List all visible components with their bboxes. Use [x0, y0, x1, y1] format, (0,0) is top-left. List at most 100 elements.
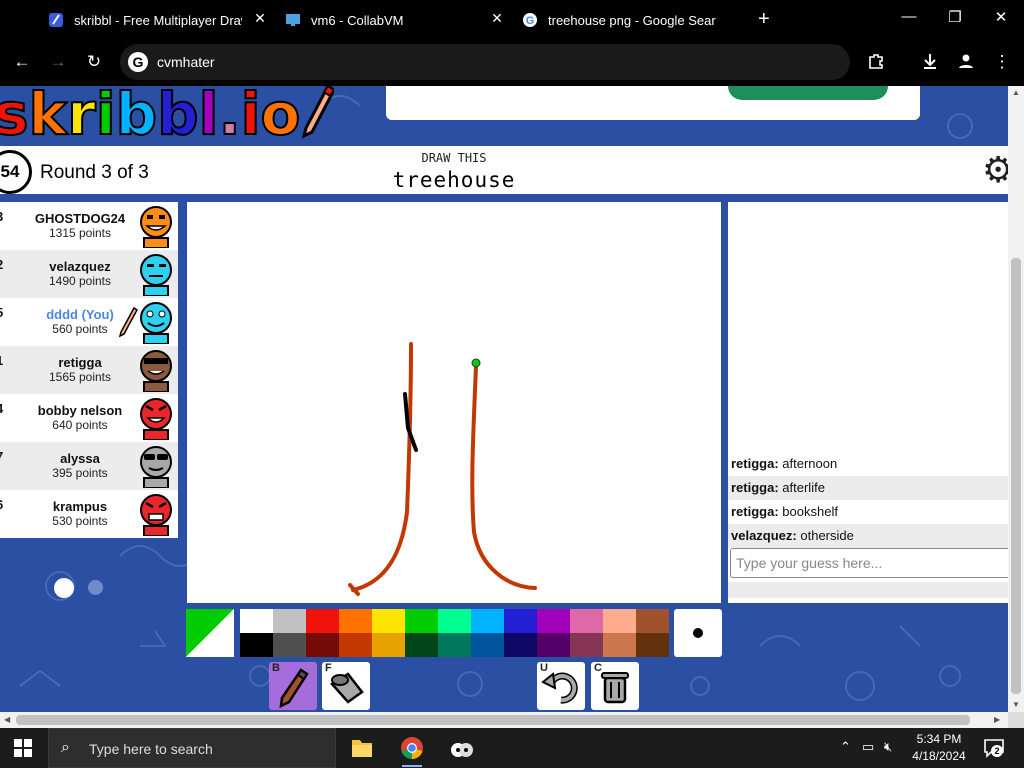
player-rank: 1	[0, 353, 3, 368]
color-swatch[interactable]	[405, 609, 438, 633]
current-color-preview[interactable]	[186, 609, 234, 657]
color-swatch[interactable]	[504, 609, 537, 633]
player-row[interactable]: 3 GHOSTDOG24 1315 points	[0, 202, 178, 250]
color-swatch[interactable]	[471, 609, 504, 633]
close-window-icon[interactable]: ✕	[986, 8, 1016, 26]
color-swatch[interactable]	[570, 609, 603, 633]
network-icon[interactable]: ▭	[862, 739, 874, 755]
player-row-current-user[interactable]: 5 dddd (You) 560 points	[0, 298, 178, 346]
windows-start-icon[interactable]	[14, 739, 32, 757]
color-swatch[interactable]	[339, 633, 372, 657]
logo-letter: s	[0, 86, 30, 149]
minimize-icon[interactable]: —	[894, 8, 924, 25]
extensions-icon[interactable]	[864, 52, 888, 75]
carousel-dot-active[interactable]	[54, 578, 74, 598]
scroll-up-icon[interactable]: ▲	[1012, 88, 1020, 97]
color-swatch[interactable]	[240, 609, 273, 633]
volume-muted-icon[interactable]: 🔇︎	[884, 739, 892, 755]
brush-tool-button[interactable]: B	[269, 662, 317, 710]
close-tab-icon[interactable]: ✕	[250, 10, 270, 27]
chrome-taskbar-icon[interactable]	[394, 732, 430, 767]
color-swatch[interactable]	[504, 633, 537, 657]
color-swatch[interactable]	[306, 609, 339, 633]
back-icon[interactable]: ←	[10, 52, 34, 72]
vertical-scrollbar[interactable]: ▲ ▼	[1008, 86, 1024, 712]
color-swatch[interactable]	[372, 633, 405, 657]
chat-user: retigga:	[731, 504, 779, 519]
ad-cta-button[interactable]	[728, 86, 888, 100]
player-name: alyssa	[60, 451, 100, 466]
chat-user: retigga:	[731, 480, 779, 495]
tab-google-search[interactable]: G treehouse png - Google Search	[522, 0, 744, 40]
scroll-left-icon[interactable]: ◀	[4, 715, 10, 724]
timer-value: 54	[0, 162, 20, 181]
color-swatch[interactable]	[603, 609, 636, 633]
horizontal-scroll-thumb[interactable]	[16, 715, 970, 725]
color-swatch[interactable]	[306, 633, 339, 657]
player-rank: 2	[0, 257, 3, 272]
color-swatch[interactable]	[636, 633, 669, 657]
player-points: 1315 points	[48, 226, 112, 240]
download-icon[interactable]	[918, 52, 942, 75]
color-swatch[interactable]	[240, 633, 273, 657]
player-row[interactable]: 7 alyssa 395 points	[0, 442, 178, 490]
show-hidden-icons[interactable]: ⌃	[840, 739, 851, 755]
tool-shortcut-key: U	[540, 662, 548, 674]
close-tab-icon[interactable]: ✕	[487, 10, 507, 27]
tab-skribbl[interactable]: skribbl - Free Multiplayer Draw ✕	[48, 0, 270, 40]
taskbar-date[interactable]: 4/18/2024	[906, 749, 972, 763]
settings-gear-icon[interactable]: ⚙	[982, 150, 1008, 190]
chat-messages: retigga: afternoon retigga: afterlife re…	[728, 452, 1008, 548]
color-swatch[interactable]	[405, 633, 438, 657]
vertical-scroll-thumb[interactable]	[1011, 258, 1021, 694]
fill-tool-button[interactable]: F	[322, 662, 370, 710]
color-swatch[interactable]	[636, 609, 669, 633]
app-taskbar-icon[interactable]	[444, 732, 480, 764]
scroll-down-icon[interactable]: ▼	[1012, 700, 1020, 709]
taskbar-time[interactable]: 5:34 PM	[906, 732, 972, 746]
new-tab-button[interactable]: +	[758, 8, 770, 31]
color-swatch[interactable]	[339, 609, 372, 633]
svg-text:G: G	[526, 15, 535, 27]
carousel-dot[interactable]	[88, 580, 103, 595]
round-indicator: Round 3 of 3	[40, 162, 149, 183]
draw-this-label: DRAW THIS	[421, 151, 487, 165]
player-row[interactable]: 6 krampus 530 points	[0, 490, 178, 538]
brush-size-button[interactable]	[674, 609, 722, 657]
color-swatch[interactable]	[471, 633, 504, 657]
color-swatch[interactable]	[603, 633, 636, 657]
logo-letter: k	[28, 86, 69, 149]
advertisement-banner[interactable]	[386, 86, 920, 120]
color-swatch[interactable]	[273, 609, 306, 633]
color-swatch[interactable]	[438, 609, 471, 633]
forward-icon[interactable]: →	[46, 52, 70, 72]
player-row[interactable]: 1 retigga 1565 points	[0, 346, 178, 394]
scroll-right-icon[interactable]: ▶	[994, 715, 1000, 724]
color-swatch[interactable]	[273, 633, 306, 657]
undo-tool-button[interactable]: U	[537, 662, 585, 710]
tool-shortcut-key: F	[325, 662, 332, 674]
menu-icon[interactable]: ⋮	[990, 52, 1014, 72]
restore-icon[interactable]: ❐	[940, 8, 970, 26]
address-text[interactable]: cvmhater	[157, 54, 215, 70]
clear-tool-button[interactable]: C	[591, 662, 639, 710]
reload-icon[interactable]: ↻	[82, 52, 106, 72]
profile-icon[interactable]	[954, 52, 978, 75]
address-bar[interactable]: G cvmhater	[120, 44, 850, 80]
player-row[interactable]: 2 velazquez 1490 points	[0, 250, 178, 298]
drawing-canvas[interactable]	[187, 202, 721, 603]
tab-collabvm[interactable]: vm6 - CollabVM ✕	[285, 0, 507, 40]
color-swatch[interactable]	[537, 609, 570, 633]
chat-text: afterlife	[782, 480, 825, 495]
skribbl-favicon-icon	[48, 12, 64, 28]
guess-input[interactable]	[730, 548, 1008, 578]
color-swatch[interactable]	[570, 633, 603, 657]
color-swatch[interactable]	[372, 609, 405, 633]
file-explorer-taskbar-icon[interactable]	[344, 732, 380, 764]
player-avatar-icon	[140, 350, 172, 392]
horizontal-scrollbar[interactable]: ◀ ▶	[0, 712, 1008, 728]
player-row[interactable]: 4 bobby nelson 640 points	[0, 394, 178, 442]
color-swatch[interactable]	[537, 633, 570, 657]
taskbar-search-box[interactable]: ⌕ Type here to search	[48, 728, 336, 768]
color-swatch[interactable]	[438, 633, 471, 657]
